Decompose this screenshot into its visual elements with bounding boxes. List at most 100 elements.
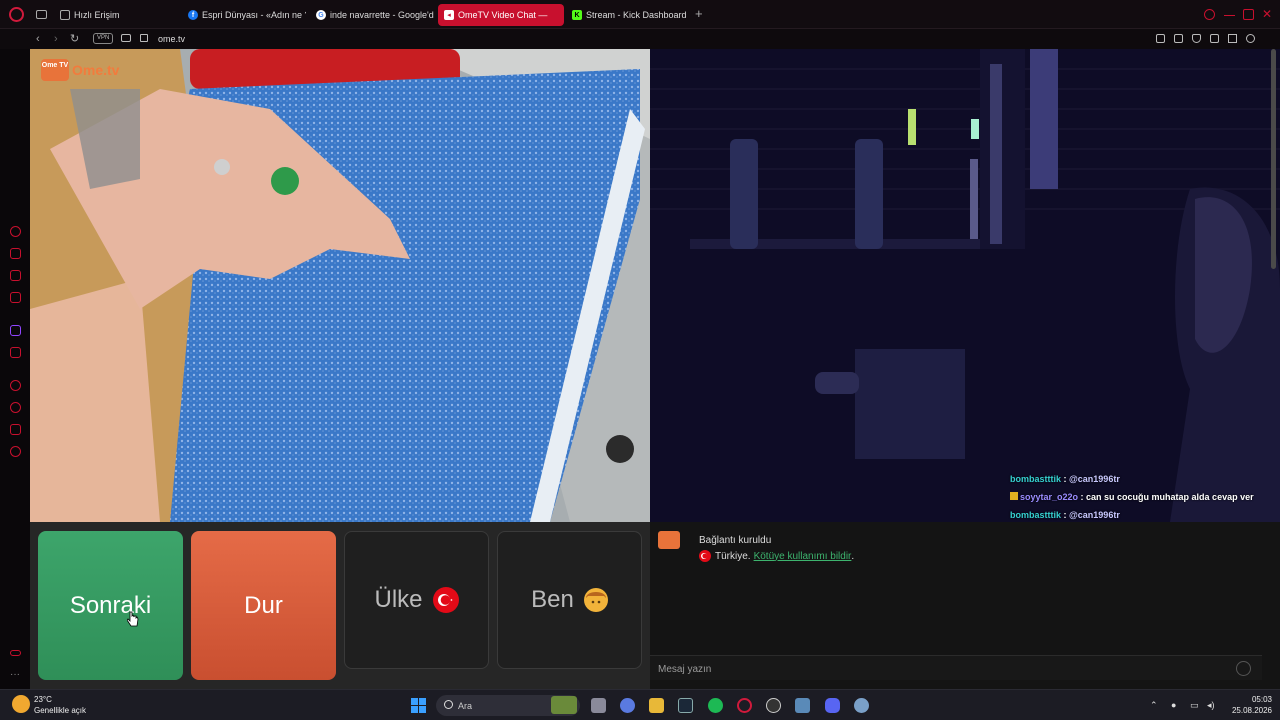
task-view-icon[interactable] xyxy=(591,698,606,713)
tab-label: Espri Dünyası - «Adın ne ? xyxy=(202,10,306,20)
gender-button-label: Ben xyxy=(531,586,574,613)
search-tabs-icon[interactable] xyxy=(1204,9,1215,20)
heart-icon[interactable] xyxy=(1246,34,1255,43)
ometv-logo-text: Ome.tv xyxy=(72,62,120,78)
emoji-icon[interactable] xyxy=(1236,661,1251,676)
history-icon[interactable] xyxy=(10,226,21,237)
twitch-icon[interactable] xyxy=(10,325,21,336)
gamer-icon[interactable] xyxy=(10,650,21,656)
overlay-chat-line: bombastttik : @can1996tr xyxy=(1010,474,1120,484)
facebook-icon: f xyxy=(188,10,198,20)
tab-kick[interactable]: K Stream - Kick Dashboard xyxy=(566,4,690,26)
url-field[interactable]: ome.tv xyxy=(158,32,185,46)
message-bar xyxy=(650,655,1262,680)
chat-text: @can1996tr xyxy=(1069,510,1120,520)
turkey-flag-icon xyxy=(432,587,459,613)
chat-text: @can1996tr xyxy=(1069,474,1120,484)
send-icon[interactable] xyxy=(1228,34,1237,43)
search-placeholder: Ara xyxy=(458,700,473,711)
speed-dial-icon xyxy=(60,10,70,20)
tab-facebook[interactable]: f Espri Dünyası - «Adın ne ? xyxy=(182,4,306,26)
forward-icon[interactable]: › xyxy=(54,32,58,46)
weather-icon[interactable] xyxy=(12,695,30,713)
new-tab-button[interactable]: + xyxy=(695,7,703,20)
music-icon[interactable] xyxy=(10,292,21,303)
translate-icon[interactable] xyxy=(1210,34,1219,43)
next-button[interactable]: Sonraki xyxy=(38,531,183,680)
volume-icon[interactable]: ◂) xyxy=(1207,700,1215,711)
steam-icon[interactable] xyxy=(678,698,693,713)
player-icon[interactable] xyxy=(10,380,21,391)
country-button[interactable]: Ülke xyxy=(344,531,489,669)
tab-google[interactable]: G inde navarrette - Google'da xyxy=(310,4,434,26)
extensions-icon[interactable] xyxy=(10,424,21,435)
github-icon[interactable] xyxy=(766,698,781,713)
message-input[interactable] xyxy=(658,662,1218,676)
clock-time: 05:03 xyxy=(1251,695,1272,704)
partner-country-line: Türkiye. Kötüye kullanımı bildir. xyxy=(699,550,854,562)
ometv-chat-logo-icon xyxy=(658,531,680,549)
messenger-icon[interactable] xyxy=(10,270,21,281)
search-highlight-icon xyxy=(551,696,577,714)
kick-icon: K xyxy=(572,10,582,20)
tray-chevron-icon[interactable]: ⌃ xyxy=(1150,700,1158,711)
minimize-icon[interactable] xyxy=(1224,9,1235,16)
percent-icon[interactable] xyxy=(10,347,21,358)
report-suffix: . xyxy=(851,550,855,562)
chat-text: can su cocuğu muhatap alda cevap ver xyxy=(1086,492,1254,502)
report-abuse-link[interactable]: Kötüye kullanımı bildir xyxy=(754,551,852,562)
spotify-icon[interactable] xyxy=(708,698,723,713)
camera-icon[interactable] xyxy=(121,34,131,42)
self-camera-video: bombastttik : @can1996tr soyytar_o22o : … xyxy=(650,49,1280,522)
browser-tab-bar: Hızlı Erişim f Espri Dünyası - «Adın ne … xyxy=(0,0,1280,29)
file-explorer-icon[interactable] xyxy=(649,698,664,713)
overlay-chat-line: bombastttik : @can1996tr xyxy=(1010,510,1120,520)
gender-button[interactable]: Ben xyxy=(497,531,642,669)
overlay-chat-line: soyytar_o22o : can su cocuğu muhatap ald… xyxy=(1010,492,1254,502)
ometv-watermark: Ome TV Ome.tv xyxy=(41,59,119,81)
country-button-label: Ülke xyxy=(374,586,423,613)
snapshot-icon[interactable] xyxy=(1174,34,1183,43)
tab-ometv[interactable]: ◂ OmeTV Video Chat — xyxy=(438,4,564,26)
back-icon[interactable]: ‹ xyxy=(36,32,40,46)
tab-label: OmeTV Video Chat — xyxy=(458,10,548,20)
maximize-icon[interactable] xyxy=(1243,9,1254,20)
tab-speed-dial[interactable]: Hızlı Erişim xyxy=(54,4,178,26)
discord-icon[interactable] xyxy=(825,698,840,713)
system-clock[interactable]: 05:03 25.08.2026 xyxy=(1228,694,1272,716)
shield-icon[interactable] xyxy=(1192,34,1201,43)
boy-emoji-icon xyxy=(583,588,608,612)
chat-username: bombastttik xyxy=(1010,510,1062,520)
desktop: Hızlı Erişim f Espri Dünyası - «Adın ne … xyxy=(0,0,1280,720)
reload-icon[interactable]: ↻ xyxy=(70,32,79,46)
settings-icon[interactable] xyxy=(10,446,21,457)
wallet-icon[interactable] xyxy=(10,248,21,259)
turkey-flag-small-icon xyxy=(699,550,711,562)
weather-widget[interactable]: 23°C Genellikle açık xyxy=(34,694,86,716)
opera-taskbar-icon[interactable] xyxy=(737,698,752,713)
app-icon[interactable] xyxy=(795,698,810,713)
address-bar: ‹ › ↻ VPN ome.tv xyxy=(0,29,1280,49)
start-button[interactable] xyxy=(411,698,426,713)
clock-icon[interactable] xyxy=(10,402,21,413)
microphone-icon[interactable]: ● xyxy=(1171,700,1176,710)
tab-label: inde navarrette - Google'da xyxy=(330,10,434,20)
vpn-badge[interactable]: VPN xyxy=(93,33,114,44)
opera-logo-icon[interactable] xyxy=(9,7,24,22)
settings-taskbar-icon[interactable] xyxy=(854,698,869,713)
tab-label: Stream - Kick Dashboard xyxy=(586,10,687,20)
connection-status: Bağlantı kuruldu xyxy=(699,535,772,546)
mouse-cursor-icon xyxy=(127,611,139,627)
copilot-icon[interactable] xyxy=(620,698,635,713)
stop-button-label: Dur xyxy=(244,591,283,619)
pin-icon[interactable] xyxy=(1156,34,1165,43)
tab-overview-icon[interactable] xyxy=(36,10,47,19)
close-icon[interactable]: ✕ xyxy=(1262,8,1273,20)
text-chat-panel: Bağlantı kuruldu Türkiye. Kötüye kullanı… xyxy=(650,522,1280,689)
more-icon[interactable]: ··· xyxy=(10,669,20,680)
stop-button[interactable]: Dur xyxy=(191,531,336,680)
self-camera-frame xyxy=(650,49,1280,522)
subscriber-badge-icon xyxy=(1010,492,1018,500)
network-icon[interactable]: ▭ xyxy=(1190,700,1199,711)
page-scrollbar[interactable] xyxy=(1271,49,1276,269)
